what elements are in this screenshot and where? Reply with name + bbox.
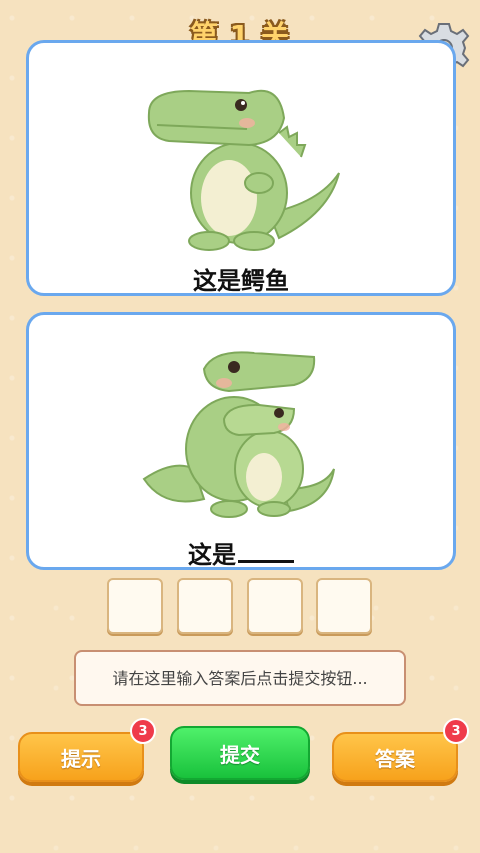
hint-button-label: 提示 xyxy=(61,746,101,771)
hint-button[interactable]: 提示 xyxy=(18,732,144,782)
answer-slot[interactable] xyxy=(177,578,233,634)
question-caption-prefix: 这是 xyxy=(188,541,236,569)
answer-slot[interactable] xyxy=(316,578,372,634)
answer-slot[interactable] xyxy=(107,578,163,634)
answer-count-badge: 3 xyxy=(443,718,469,744)
crocodile-illustration xyxy=(147,89,340,251)
submit-button[interactable]: 提交 xyxy=(170,726,310,780)
answer-blank xyxy=(238,538,294,563)
answer-slots xyxy=(107,578,375,636)
answer-input[interactable] xyxy=(76,667,404,689)
answer-button[interactable]: 答案 xyxy=(332,732,458,782)
example-caption: 这是鳄鱼 xyxy=(193,267,289,295)
hint-count-badge: 3 xyxy=(130,718,156,744)
question-caption: 这是 xyxy=(29,535,453,570)
answer-input-container xyxy=(74,650,406,706)
question-card: 这是 xyxy=(26,312,456,570)
answer-slot[interactable] xyxy=(247,578,303,634)
example-card: 这是鳄鱼 xyxy=(26,40,456,296)
answer-button-label: 答案 xyxy=(375,746,415,771)
submit-button-label: 提交 xyxy=(220,742,260,767)
crocodiles-hug-illustration xyxy=(142,351,335,518)
